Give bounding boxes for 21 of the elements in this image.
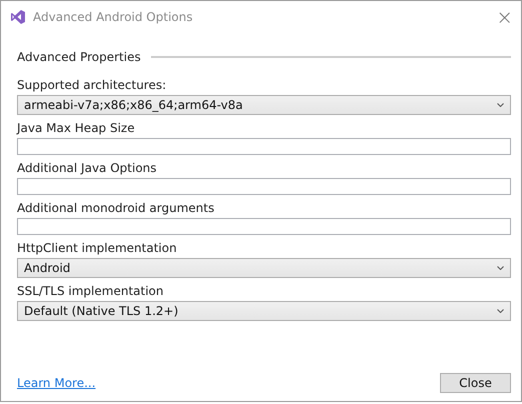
field-label: Additional Java Options — [17, 161, 158, 175]
window-title: Advanced Android Options — [33, 10, 194, 24]
field-label: Supported architectures: — [17, 78, 168, 92]
dropdown[interactable]: Default (Native TLS 1.2+) — [17, 301, 511, 321]
input-field[interactable] — [17, 138, 511, 155]
caret-icon — [497, 309, 504, 313]
caret-icon — [497, 103, 504, 107]
field-label: Java Max Heap Size — [17, 121, 136, 135]
field-label: HttpClient implementation — [17, 241, 178, 255]
dropdown[interactable]: armeabi-v7a;x86;x86_64;arm64-v8a — [17, 95, 511, 115]
field-label: Additional monodroid arguments — [17, 201, 216, 215]
caret-icon — [497, 266, 504, 270]
field-label: SSL/TLS implementation — [17, 284, 164, 298]
section-title: Advanced Properties — [17, 50, 141, 64]
input-field[interactable] — [17, 178, 511, 195]
close-button[interactable]: × — [496, 6, 513, 26]
input-field[interactable] — [17, 218, 511, 235]
close-button[interactable]: Close — [440, 373, 511, 393]
dropdown[interactable]: Android — [17, 258, 511, 278]
learn-more-link[interactable]: Learn More... — [17, 376, 96, 390]
logo-icon — [10, 8, 26, 24]
